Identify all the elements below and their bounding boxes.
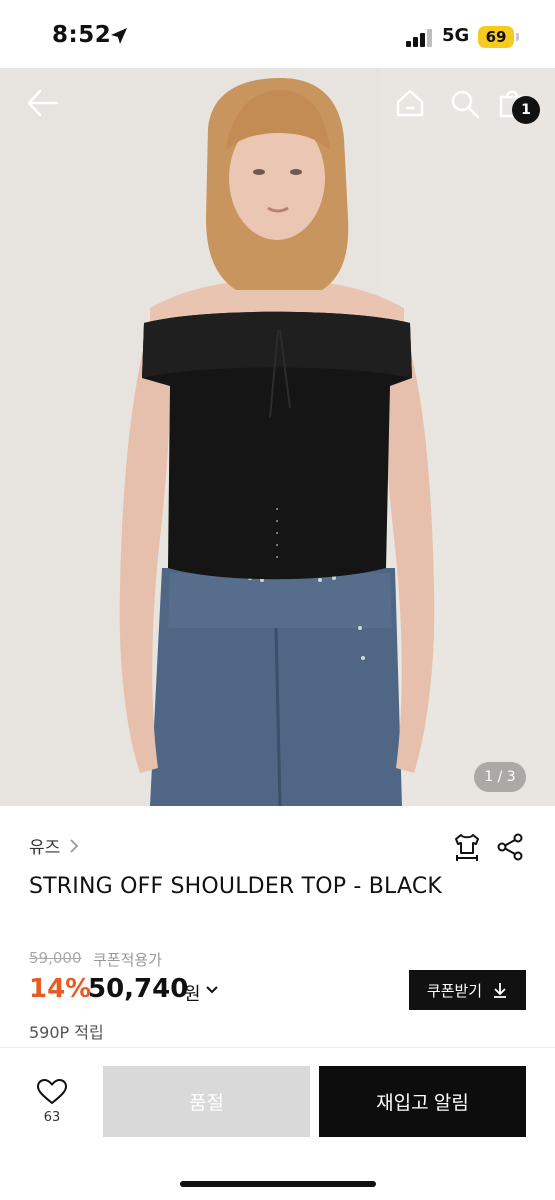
heart-icon[interactable] xyxy=(30,1078,74,1106)
original-price: 59,000 xyxy=(29,949,82,967)
sold-out-button[interactable]: 품절 xyxy=(103,1066,310,1137)
like-count: 63 xyxy=(43,1110,61,1125)
network-label: 5G xyxy=(442,25,470,46)
chevron-right-icon xyxy=(70,838,79,853)
product-title: STRING OFF SHOULDER TOP - BLACK xyxy=(29,874,443,899)
size-guide-icon[interactable] xyxy=(452,832,482,862)
battery-icon: 69 xyxy=(478,26,514,48)
cart-count-badge: 1 xyxy=(512,96,540,124)
brand-name: 유즈 xyxy=(29,838,61,858)
coupon-button-label: 쿠폰받기 xyxy=(426,982,483,1000)
download-icon xyxy=(494,983,507,998)
home-indicator xyxy=(180,1181,376,1187)
share-icon[interactable] xyxy=(497,833,523,861)
image-counter: 1 / 3 xyxy=(474,762,526,792)
reward-points: 590P 적립 xyxy=(29,1023,104,1042)
divider xyxy=(0,1047,555,1048)
currency-label: 원 xyxy=(184,984,201,1005)
sale-price: 50,740 xyxy=(88,974,189,1004)
battery-tip xyxy=(516,33,519,41)
coupon-price-note: 쿠폰적용가 xyxy=(93,951,163,969)
location-arrow-icon xyxy=(111,28,127,44)
chevron-down-icon[interactable] xyxy=(205,984,219,996)
signal-icon xyxy=(406,29,434,47)
status-bar: 8:52 5G 69 xyxy=(0,0,555,68)
product-image[interactable] xyxy=(0,68,555,806)
restock-alert-button[interactable]: 재입고 알림 xyxy=(319,1066,526,1137)
status-time: 8:52 xyxy=(52,22,112,48)
search-icon[interactable] xyxy=(450,89,480,119)
model-photo xyxy=(0,68,555,806)
home-icon[interactable] xyxy=(395,88,425,118)
brand-link[interactable]: 유즈 xyxy=(29,833,80,858)
get-coupon-button[interactable]: 쿠폰받기 xyxy=(409,970,526,1010)
discount-rate: 14% xyxy=(29,974,92,1004)
back-arrow-icon[interactable] xyxy=(26,88,60,118)
